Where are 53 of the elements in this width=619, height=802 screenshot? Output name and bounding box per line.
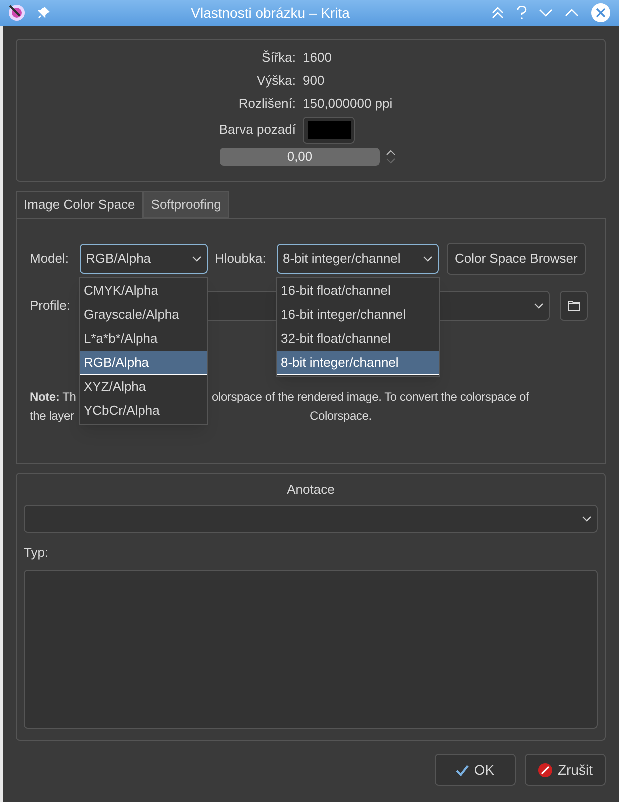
model-label: Model: <box>30 250 70 268</box>
depth-dropdown[interactable]: 8-bit integer/channel <box>277 244 439 274</box>
help-icon[interactable] <box>517 6 527 20</box>
dropdown-option[interactable]: Grayscale/Alpha <box>80 303 207 327</box>
pin-icon[interactable] <box>38 7 50 19</box>
annotation-dropdown[interactable] <box>24 504 598 532</box>
dropdown-option[interactable]: YCbCr/Alpha <box>80 399 207 423</box>
app-icon <box>8 4 26 22</box>
dropdown-option[interactable]: XYZ/Alpha <box>80 375 207 399</box>
chevron-icon <box>192 256 202 262</box>
chevron-icon <box>423 256 433 262</box>
info-label: Šířka: <box>261 48 297 67</box>
chevron-icon <box>534 303 544 309</box>
checkmark-icon <box>456 764 470 776</box>
opacity-slider[interactable]: 0,00 <box>220 148 380 166</box>
close-icon[interactable] <box>591 3 611 23</box>
info-value: 1600 <box>303 48 332 67</box>
ok-button[interactable]: OK <box>435 754 516 786</box>
keep-above-icon[interactable] <box>491 7 505 19</box>
note-text: the layer <box>30 408 76 425</box>
annotation-title: Anotace <box>287 481 335 499</box>
info-value: 900 <box>303 72 325 90</box>
background-label: Barva pozadí <box>218 121 297 140</box>
folder-icon <box>568 301 580 311</box>
note-text: olorspace of the rendered image. To convert the colorspace of <box>212 389 530 406</box>
color-swatch-button[interactable] <box>303 116 355 144</box>
note-text: Note: Th <box>30 389 78 406</box>
folder-button[interactable] <box>560 291 588 321</box>
info-value: 150,000000 ppi <box>303 94 393 113</box>
depth-label: Hloubka: <box>215 250 268 268</box>
window-title: Vlastnosti obrázku – Krita <box>190 4 351 22</box>
cancel-button[interactable]: Zrušit <box>525 754 606 786</box>
color-space-browser-button[interactable]: Color Space Browser <box>447 243 586 275</box>
info-label: Rozlišení: <box>238 94 297 113</box>
dropdown-option[interactable]: L*a*b*/Alpha <box>80 327 207 351</box>
dropdown-option[interactable]: 32-bit float/channel <box>277 327 439 351</box>
tab[interactable]: Image Color Space <box>16 191 144 218</box>
chevron-icon <box>582 516 592 522</box>
dropdown-option[interactable]: 16-bit float/channel <box>277 279 439 303</box>
type-label: Typ: <box>24 544 50 562</box>
tab[interactable]: Softproofing <box>143 191 230 218</box>
spin-arrows-icon[interactable] <box>386 148 396 166</box>
cancel-icon <box>538 762 553 778</box>
profile-label: Profile: <box>30 297 72 316</box>
model-dropdown[interactable]: RGB/Alpha <box>80 244 208 274</box>
info-label: Výška: <box>256 72 297 90</box>
minimize-icon[interactable] <box>539 9 553 17</box>
note-text: Colorspace. <box>310 408 372 425</box>
dropdown-option[interactable]: 16-bit integer/channel <box>277 303 439 327</box>
maximize-icon[interactable] <box>565 9 579 17</box>
dropdown-option[interactable]: 8-bit integer/channel <box>277 351 439 375</box>
dropdown-option[interactable]: CMYK/Alpha <box>80 279 207 303</box>
dropdown-option[interactable]: RGB/Alpha <box>80 351 207 375</box>
